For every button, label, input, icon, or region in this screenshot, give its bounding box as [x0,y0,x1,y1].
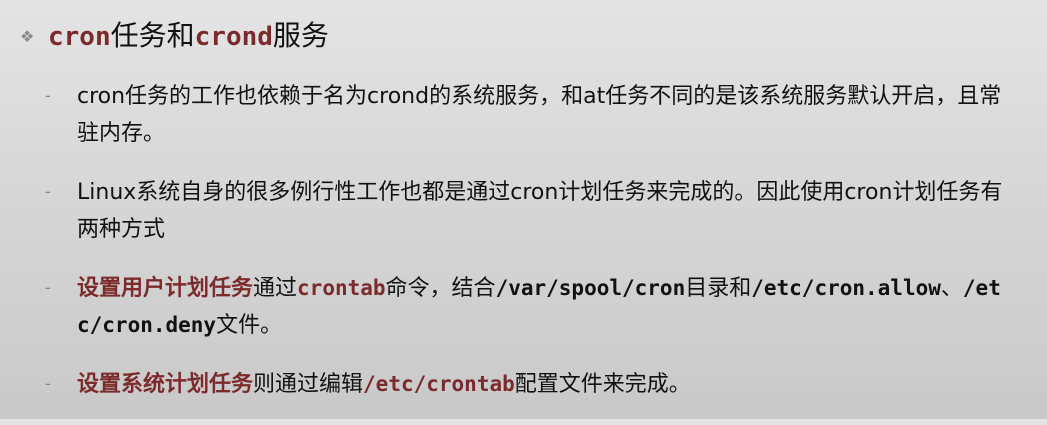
dash-bullet-icon: - [45,182,51,201]
diamond-bullet-icon: ❖ [20,27,35,46]
list-item-text: 设置系统计划任务则通过编辑/etc/crontab配置文件来完成。 [77,366,1022,403]
bullet-list: - cron任务的工作也依赖于名为crond的系统服务，和at任务不同的是该系统… [45,78,1035,425]
list-item-text: Linux系统自身的很多例行性工作也都是通过cron计划任务来完成的。因此使用c… [77,180,1003,242]
slide: ❖ cron任务和crond服务 - cron任务的工作也依赖于名为crond的… [0,0,1047,419]
code-etc-crontab: /etc/crontab [363,372,515,396]
text-segment: 、 [940,276,963,301]
title-text-end: 服务 [272,19,329,52]
code-crontab: crontab [297,276,386,300]
title-text: cron任务和crond服务 [48,14,329,59]
list-item: - 设置用户计划任务通过crontab命令，结合/var/spool/cron目… [45,270,1035,344]
title-code-cron: cron [48,22,111,52]
dash-bullet-icon: - [45,86,51,105]
text-segment: 文件。 [216,313,283,338]
highlight-user-cron: 设置用户计划任务 [77,276,254,301]
dash-bullet-icon: - [45,374,51,393]
list-item: - cron任务的工作也依赖于名为crond的系统服务，和at任务不同的是该系统… [45,78,1035,152]
list-item: - 设置系统计划任务则通过编辑/etc/crontab配置文件来完成。 [45,366,1035,403]
text-segment: 命令，结合 [385,276,496,301]
list-item-text: cron任务的工作也依赖于名为crond的系统服务，和at任务不同的是该系统服务… [77,84,1002,146]
text-segment: 则通过编辑 [253,372,364,397]
title-text-middle: 任务和 [110,19,195,52]
code-cron-allow: /etc/cron.allow [751,276,941,300]
dash-bullet-icon: - [45,278,51,297]
slide-title: ❖ cron任务和crond服务 [20,14,329,59]
text-segment: 配置文件来完成。 [514,372,691,397]
title-code-crond: crond [194,22,273,52]
code-var-spool-cron: /var/spool/cron [495,276,686,300]
list-item: - Linux系统自身的很多例行性工作也都是通过cron计划任务来完成的。因此使… [45,174,1035,248]
text-segment: 通过 [253,276,298,301]
list-item-text: 设置用户计划任务通过crontab命令，结合/var/spool/cron目录和… [77,270,1022,344]
text-segment: 目录和 [685,276,752,301]
highlight-system-cron: 设置系统计划任务 [77,372,254,397]
